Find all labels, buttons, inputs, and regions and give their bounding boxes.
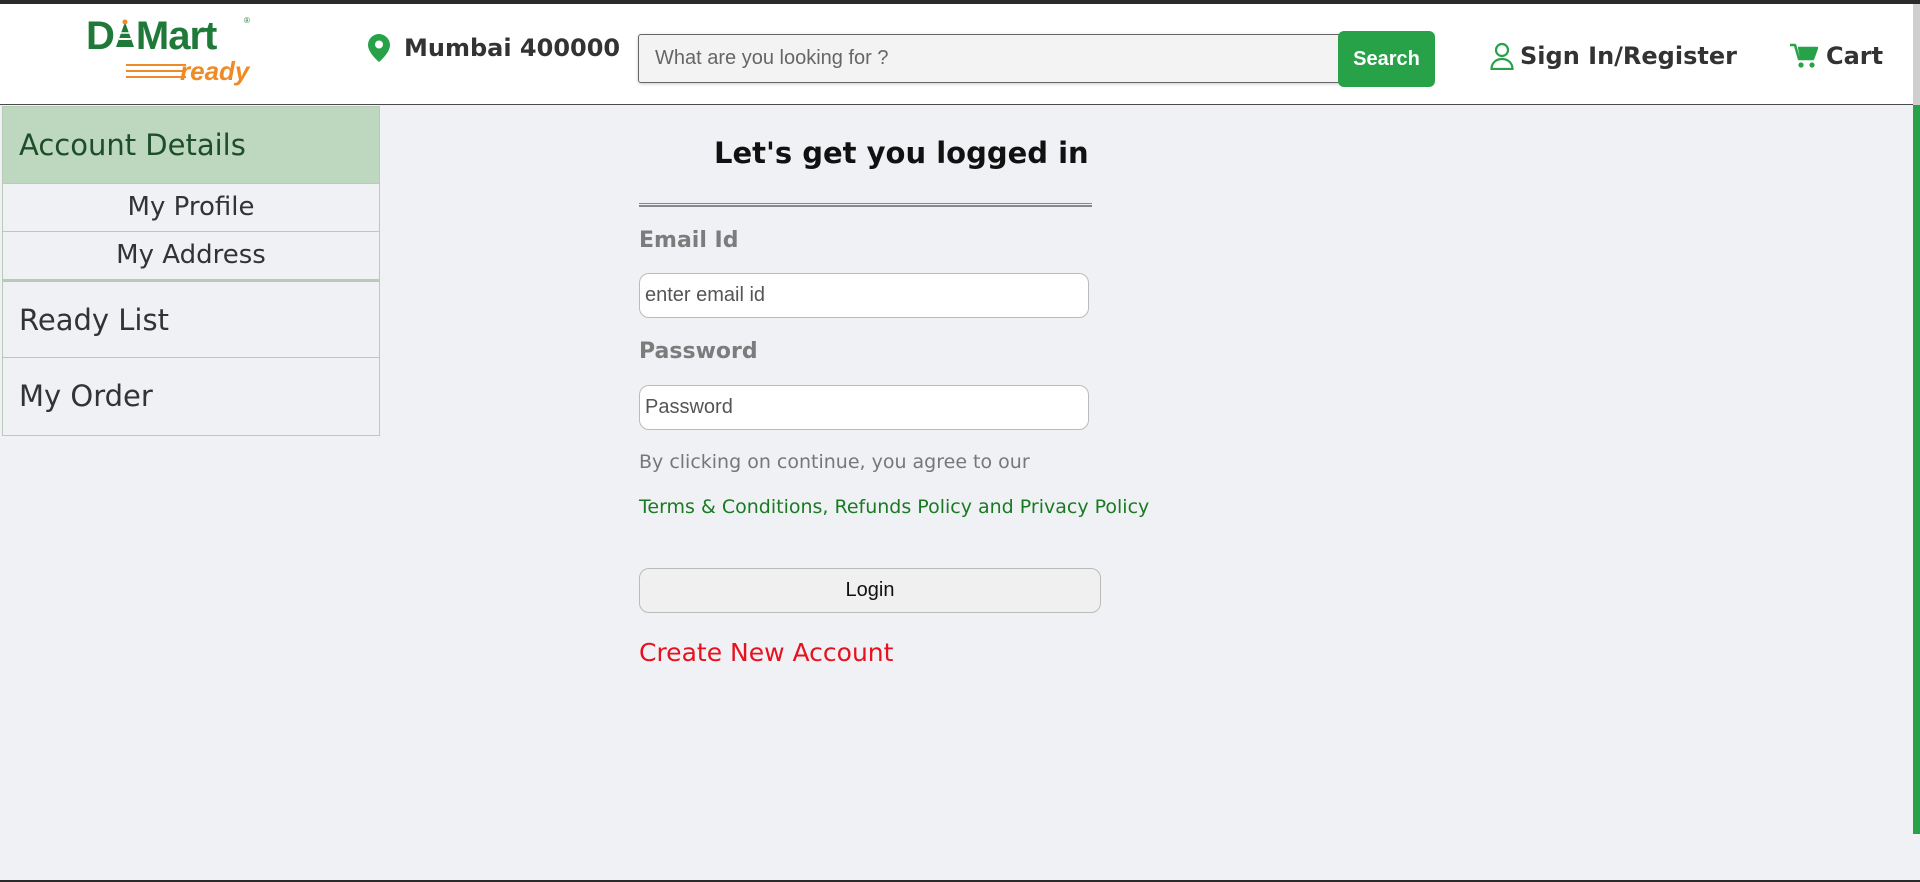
location-text: Mumbai 400000 — [404, 34, 621, 62]
email-field[interactable] — [640, 274, 1088, 317]
sign-in-register-link[interactable]: Sign In/Register — [1490, 42, 1737, 70]
logo-ready-text: ready — [180, 56, 250, 86]
terms-policy-link[interactable]: Terms & Conditions, Refunds Policy and P… — [639, 496, 1149, 518]
cart-icon — [1790, 43, 1818, 68]
search-input[interactable] — [639, 35, 1343, 82]
login-title: Let's get you logged in — [714, 136, 1089, 170]
title-divider — [639, 203, 1092, 207]
logo-brand-text: D Mart — [86, 14, 217, 58]
right-accent-bar — [1913, 4, 1920, 834]
sidebar-item-my-address[interactable]: My Address — [2, 232, 380, 280]
user-icon — [1490, 42, 1514, 70]
sign-in-label: Sign In/Register — [1520, 42, 1737, 70]
email-field-wrapper — [639, 273, 1089, 318]
password-field-wrapper — [639, 385, 1089, 430]
sidebar-item-ready-list[interactable]: Ready List — [2, 280, 380, 358]
sidebar-heading-account-details[interactable]: Account Details — [2, 106, 380, 184]
account-sidebar: Account Details My Profile My Address Re… — [2, 106, 380, 436]
location-pin-icon — [368, 34, 390, 62]
agreement-text: By clicking on continue, you agree to ou… — [639, 451, 1030, 473]
dmart-ready-logo[interactable]: D Mart ® ready — [86, 14, 256, 86]
search-button[interactable]: Search — [1338, 31, 1435, 87]
email-label: Email Id — [639, 228, 739, 253]
logo-stripes — [126, 64, 186, 82]
site-header: DMart ® ready Mumbai 400000 Search Sign … — [0, 4, 1920, 105]
password-label: Password — [639, 339, 758, 364]
sidebar-item-my-profile[interactable]: My Profile — [2, 184, 380, 232]
create-new-account-link[interactable]: Create New Account — [639, 638, 893, 667]
cart-label: Cart — [1826, 42, 1884, 70]
sidebar-item-my-order[interactable]: My Order — [2, 358, 380, 436]
login-button[interactable]: Login — [639, 568, 1101, 613]
delivery-location[interactable]: Mumbai 400000 — [368, 34, 620, 62]
password-field[interactable] — [640, 386, 1088, 429]
search-box — [638, 34, 1344, 83]
cart-link[interactable]: Cart — [1790, 42, 1883, 70]
